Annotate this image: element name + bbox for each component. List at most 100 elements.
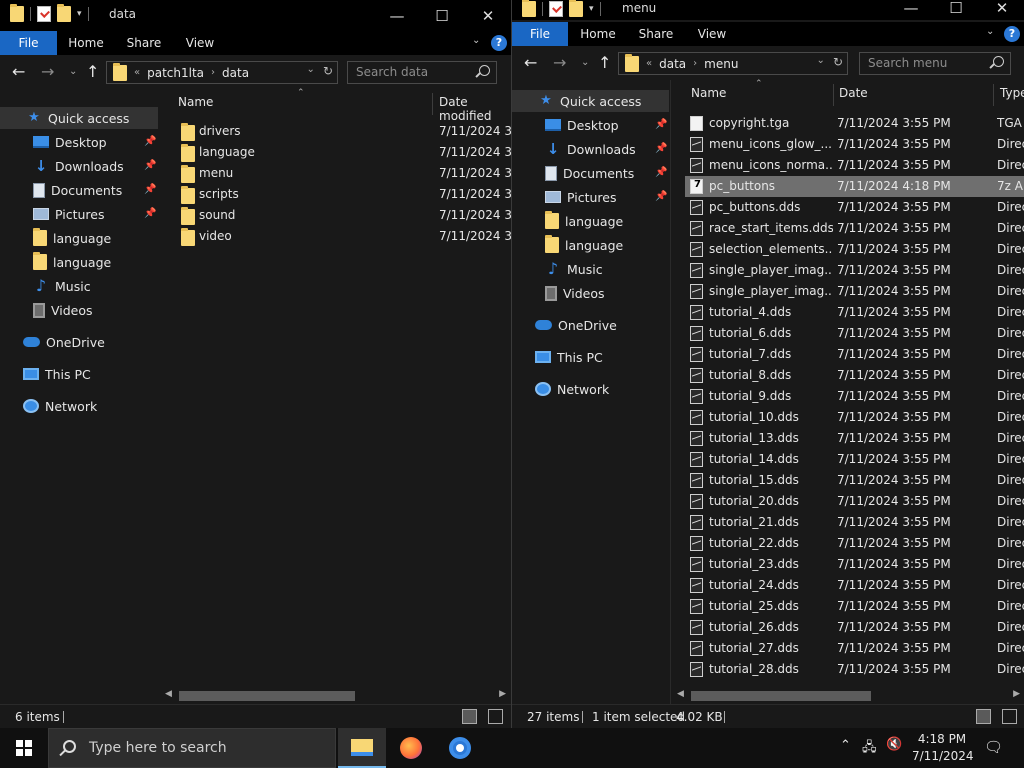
nav-item-network[interactable]: Network: [512, 378, 609, 400]
file-row[interactable]: sound 7/11/2024 3:0: [159, 205, 511, 226]
nav-item-downloads[interactable]: ↓ Downloads: [0, 155, 124, 177]
nav-item-videos[interactable]: Videos: [512, 282, 605, 304]
new-folder-icon[interactable]: [569, 0, 583, 17]
nav-item-this-pc[interactable]: This PC: [512, 346, 603, 368]
nav-item-quick-access[interactable]: ★ Quick access: [0, 107, 158, 129]
file-row[interactable]: pc_buttons.dds 7/11/2024 3:55 PM Direc: [685, 197, 1024, 218]
properties-icon[interactable]: [549, 1, 563, 17]
file-row[interactable]: tutorial_13.dds 7/11/2024 3:55 PM Direc: [685, 428, 1024, 449]
file-row[interactable]: tutorial_23.dds 7/11/2024 3:55 PM Direc: [685, 554, 1024, 575]
tab-file[interactable]: File: [0, 31, 57, 55]
nav-item-this-pc[interactable]: This PC: [0, 363, 91, 385]
tab-view[interactable]: View: [177, 31, 223, 55]
details-view-button[interactable]: [462, 709, 477, 724]
back-button[interactable]: ←: [524, 53, 537, 72]
details-view-button[interactable]: [976, 709, 991, 724]
pin-icon[interactable]: 📌: [144, 136, 156, 147]
nav-item-network[interactable]: Network: [0, 395, 97, 417]
large-icons-view-button[interactable]: [488, 709, 503, 724]
breadcrumb-item[interactable]: menu: [704, 57, 738, 71]
forward-button[interactable]: →: [553, 53, 566, 72]
scroll-thumb[interactable]: [691, 691, 871, 701]
address-dropdown-icon[interactable]: ⌄: [307, 64, 315, 78]
pin-icon[interactable]: 📌: [655, 143, 667, 154]
file-row[interactable]: tutorial_9.dds 7/11/2024 3:55 PM Direc: [685, 386, 1024, 407]
nav-item-quick-access[interactable]: ★ Quick access: [512, 90, 669, 112]
maximize-button[interactable]: ☐: [419, 0, 465, 31]
pin-icon[interactable]: 📌: [655, 119, 667, 130]
search-input[interactable]: Search menu: [859, 52, 1011, 75]
file-row[interactable]: tutorial_10.dds 7/11/2024 3:55 PM Direc: [685, 407, 1024, 428]
nav-item-documents[interactable]: Documents: [512, 162, 634, 184]
nav-item-language[interactable]: language: [512, 234, 623, 256]
breadcrumb-overflow[interactable]: «: [646, 58, 652, 69]
column-header-name[interactable]: Name: [178, 95, 213, 109]
file-row[interactable]: tutorial_6.dds 7/11/2024 3:55 PM Direc: [685, 323, 1024, 344]
refresh-icon[interactable]: ↻: [323, 64, 333, 78]
system-clock[interactable]: 4:18 PM 7/11/2024: [912, 731, 974, 765]
nav-item-music[interactable]: ♪ Music: [512, 258, 603, 280]
file-row[interactable]: tutorial_22.dds 7/11/2024 3:55 PM Direc: [685, 533, 1024, 554]
column-header-date[interactable]: Date: [839, 86, 868, 100]
show-hidden-icons[interactable]: ⌃: [840, 738, 851, 768]
file-row[interactable]: language 7/11/2024 3:0: [159, 142, 511, 163]
nav-item-onedrive[interactable]: OneDrive: [512, 314, 617, 336]
address-bar[interactable]: « data › menu ⌄ ↻: [618, 52, 848, 75]
maximize-button[interactable]: ☐: [933, 0, 979, 17]
file-row[interactable]: selection_elements.... 7/11/2024 3:55 PM D…: [685, 239, 1024, 260]
refresh-icon[interactable]: ↻: [833, 55, 843, 69]
tab-share[interactable]: Share: [120, 31, 168, 55]
scroll-left-icon[interactable]: ◀: [165, 689, 172, 699]
file-row[interactable]: menu 7/11/2024 3:0: [159, 163, 511, 184]
horizontal-scrollbar[interactable]: ◀ ▶: [159, 687, 511, 704]
notification-center-icon[interactable]: 🗨: [984, 738, 1003, 768]
tab-home[interactable]: Home: [61, 31, 111, 55]
customize-toolbar-icon[interactable]: ▾: [77, 9, 82, 19]
nav-item-pictures[interactable]: Pictures: [512, 186, 617, 208]
title-bar[interactable]: ▾ menu — ☐ ✕: [512, 0, 1024, 20]
help-icon[interactable]: ?: [1004, 26, 1020, 42]
file-row[interactable]: pc_buttons 7/11/2024 4:18 PM 7z Ar: [685, 176, 1024, 197]
nav-item-documents[interactable]: Documents: [0, 179, 122, 201]
file-row[interactable]: tutorial_20.dds 7/11/2024 3:55 PM Direc: [685, 491, 1024, 512]
pin-icon[interactable]: 📌: [655, 191, 667, 202]
file-row[interactable]: tutorial_8.dds 7/11/2024 3:55 PM Direc: [685, 365, 1024, 386]
up-button[interactable]: ↑: [598, 53, 611, 72]
column-header-name[interactable]: Name: [691, 86, 726, 100]
file-row[interactable]: tutorial_24.dds 7/11/2024 3:55 PM Direc: [685, 575, 1024, 596]
horizontal-scrollbar[interactable]: ◀ ▶: [671, 687, 1024, 704]
customize-toolbar-icon[interactable]: ▾: [589, 4, 594, 14]
scroll-thumb[interactable]: [179, 691, 355, 701]
network-status-icon[interactable]: 🖧: [862, 738, 877, 768]
volume-muted-icon[interactable]: 🔇: [886, 737, 902, 768]
taskbar-chrome[interactable]: [436, 728, 484, 768]
file-row[interactable]: single_player_imag... 7/11/2024 3:55 PM Di…: [685, 281, 1024, 302]
file-row[interactable]: video 7/11/2024 3:0: [159, 226, 511, 247]
file-row[interactable]: scripts 7/11/2024 3:0: [159, 184, 511, 205]
file-row[interactable]: tutorial_4.dds 7/11/2024 3:55 PM Direc: [685, 302, 1024, 323]
file-row[interactable]: tutorial_21.dds 7/11/2024 3:55 PM Direc: [685, 512, 1024, 533]
scroll-left-icon[interactable]: ◀: [677, 689, 684, 699]
taskbar-file-explorer[interactable]: [338, 728, 386, 768]
tab-home[interactable]: Home: [573, 22, 623, 46]
chevron-right-icon[interactable]: ›: [211, 67, 215, 78]
tab-view[interactable]: View: [689, 22, 735, 46]
back-button[interactable]: ←: [12, 62, 25, 81]
minimize-button[interactable]: —: [888, 0, 934, 17]
address-dropdown-icon[interactable]: ⌄: [817, 55, 825, 69]
address-bar[interactable]: « patch1lta › data ⌄ ↻: [106, 61, 338, 84]
scroll-right-icon[interactable]: ▶: [1013, 689, 1020, 699]
pin-icon[interactable]: 📌: [144, 160, 156, 171]
recent-locations-icon[interactable]: ⌄: [69, 66, 77, 77]
breadcrumb-item[interactable]: data: [222, 66, 249, 80]
close-button[interactable]: ✕: [979, 0, 1024, 17]
nav-item-pictures[interactable]: Pictures: [0, 203, 105, 225]
pin-icon[interactable]: 📌: [144, 184, 156, 195]
help-icon[interactable]: ?: [491, 35, 507, 51]
column-divider[interactable]: [432, 93, 433, 115]
pin-icon[interactable]: 📌: [655, 167, 667, 178]
file-row[interactable]: tutorial_15.dds 7/11/2024 3:55 PM Direc: [685, 470, 1024, 491]
nav-item-language[interactable]: language: [0, 227, 111, 249]
nav-item-downloads[interactable]: ↓ Downloads: [512, 138, 636, 160]
breadcrumb-item[interactable]: patch1lta: [147, 66, 204, 80]
